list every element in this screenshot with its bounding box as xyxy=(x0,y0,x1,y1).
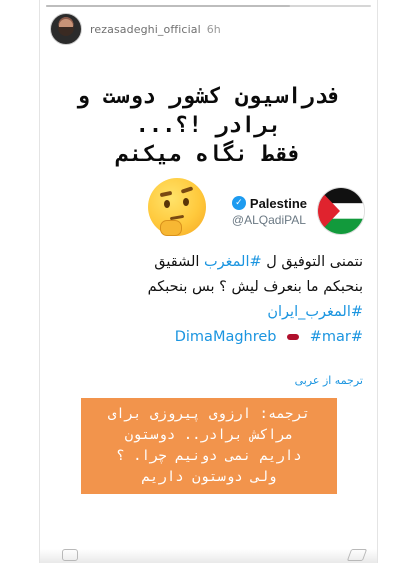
caption-line-1: ترجمه: ارزوی پیروزی برای xyxy=(107,406,311,422)
hashtag-link[interactable]: #mar# xyxy=(310,329,363,345)
caption-line-4: ولی دوستون داریم xyxy=(141,469,277,485)
story-frame: rezasadeghi_official 6h فدراسیون کشور دو… xyxy=(40,0,377,563)
verified-badge-icon: ✓ xyxy=(231,196,246,210)
thinking-face-icon xyxy=(148,178,206,236)
post-time: 6h xyxy=(206,22,221,36)
story-header: rezasadeghi_official 6h xyxy=(50,12,221,46)
story-progress-bar xyxy=(46,5,371,7)
tweet-author-name: Palestine xyxy=(249,195,307,211)
tweet-text: الشقيق xyxy=(154,254,205,270)
tweet-author-handle: @ALQadiPAL xyxy=(231,212,306,227)
tweet-line-3: #المغرب_ايران xyxy=(53,300,363,325)
caption-line-3: داریم نمی دونیم چرا. ؟ xyxy=(116,448,302,464)
palestine-flag-avatar xyxy=(317,187,365,235)
hashtag-link[interactable]: #المغرب_ايران xyxy=(267,304,363,320)
tweet-line-2: بنحبكم ما بنعرف ليش ؟ بس بنحبكم xyxy=(147,279,363,295)
headline-text: فدراسیون کشور دوست و برادر !؟... فقط نگا… xyxy=(40,82,377,169)
translation-caption: ترجمه: ارزوی پیروزی برای مراکش برادر.. د… xyxy=(81,398,337,494)
hashtag-link[interactable]: #المغرب xyxy=(204,254,262,270)
send-icon[interactable] xyxy=(346,549,368,561)
story-progress-fill xyxy=(46,5,290,7)
heart-icon xyxy=(287,334,300,340)
tweet-line-1: نتمنى التوفيق ل #المغرب الشقيق xyxy=(53,250,363,275)
headline-line-2: برادر !؟... xyxy=(135,113,282,138)
camera-icon[interactable] xyxy=(62,549,78,561)
tweet-text: نتمنى التوفيق ل xyxy=(261,254,363,270)
tweet-line-4: DimaMaghreb #mar# xyxy=(53,325,363,350)
username[interactable]: rezasadeghi_official xyxy=(90,23,201,36)
headline-line-1: فدراسیون کشور دوست و xyxy=(76,84,341,109)
translate-link[interactable]: ترجمه از عربی xyxy=(295,374,363,387)
avatar[interactable] xyxy=(50,13,82,45)
tweet-body: نتمنى التوفيق ل #المغرب الشقيق بنحبكم ما… xyxy=(53,250,363,350)
caption-line-2: مراکش برادر.. دوستون xyxy=(124,427,294,443)
hashtag-link[interactable]: DimaMaghreb xyxy=(175,329,277,345)
tweet-author: ✓ Palestine @ALQadiPAL xyxy=(231,187,365,235)
reply-bar xyxy=(40,549,377,563)
headline-line-3: فقط نگاه میکنم xyxy=(115,142,302,167)
